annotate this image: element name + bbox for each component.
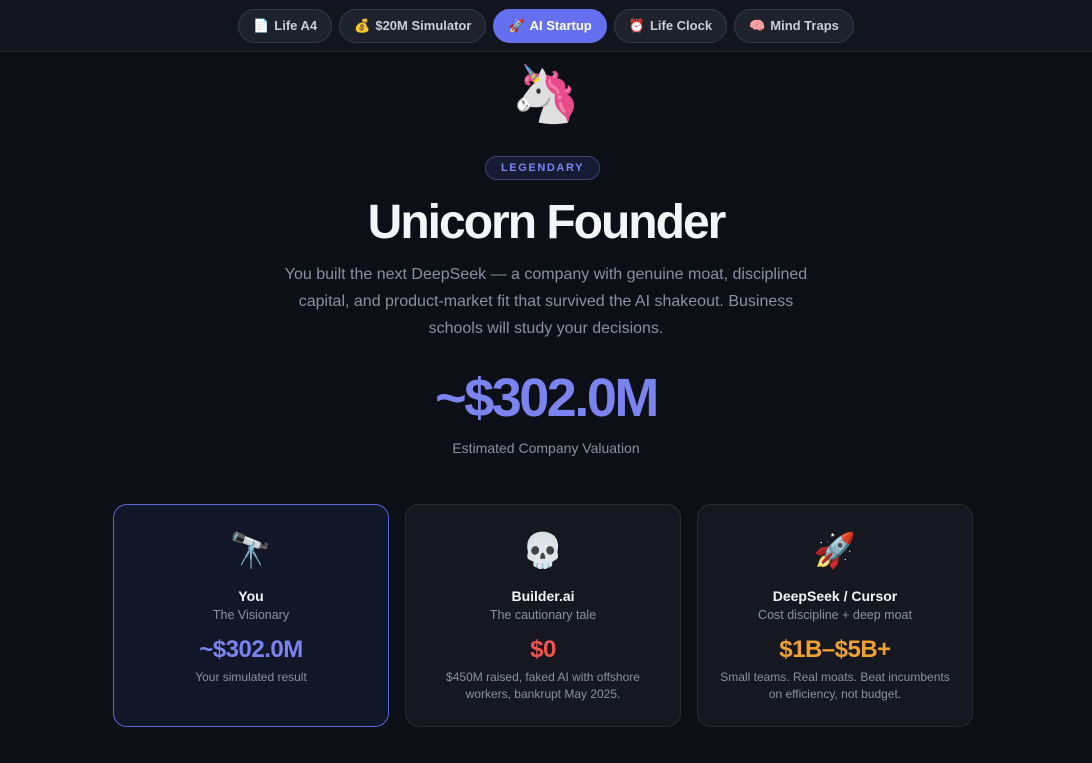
card-name: Builder.ai	[511, 588, 575, 604]
card-subtitle: The Visionary	[212, 608, 290, 622]
alarm-clock-icon: ⏰	[628, 17, 645, 33]
card-note: $450M raised, faked AI with offshore wor…	[446, 670, 640, 701]
top-nav: 📄 Life A4 💰 $20M Simulator 🚀 AI Startup …	[0, 0, 1092, 52]
tab-label: AI Startup	[529, 18, 592, 33]
card-value: $1B–$5B+	[779, 636, 891, 663]
unicorn-icon: 🦄	[511, 62, 581, 125]
comparison-card-deepseek-cursor: 🚀 DeepSeek / Cursor Cost discipline + de…	[697, 504, 973, 727]
result-description: You built the next DeepSeek — a company …	[284, 266, 808, 337]
tab-mind-traps[interactable]: 🧠 Mind Traps	[734, 8, 854, 43]
comparison-card-you: 🔭 You The Visionary ~$302.0M Your simula…	[113, 504, 389, 727]
tab-label: $20M Simulator	[375, 18, 472, 33]
brain-icon: 🧠	[749, 17, 766, 33]
telescope-icon: 🔭	[229, 532, 273, 570]
card-value: $0	[530, 636, 556, 663]
rocket-icon: 🚀	[813, 532, 857, 570]
card-name: DeepSeek / Cursor	[772, 588, 898, 604]
card-name: You	[238, 588, 264, 604]
card-note: Your simulated result	[195, 670, 307, 684]
comparison-cards: 🔭 You The Visionary ~$302.0M Your simula…	[113, 504, 973, 727]
tab-ai-startup[interactable]: 🚀 AI Startup	[493, 8, 607, 43]
tab-life-a4[interactable]: 📄 Life A4	[238, 8, 333, 43]
document-icon: 📄	[253, 17, 270, 33]
valuation-value: ~$302.0M	[435, 368, 659, 428]
card-value: ~$302.0M	[199, 636, 303, 663]
rarity-badge: LEGENDARY	[485, 156, 600, 180]
tab-life-clock[interactable]: ⏰ Life Clock	[613, 8, 728, 43]
tab-label: Mind Traps	[770, 18, 839, 33]
skull-icon: 💀	[521, 532, 565, 570]
tab-label: Life Clock	[649, 18, 713, 33]
tab-label: Life A4	[274, 18, 318, 33]
card-note: Small teams. Real moats. Beat incumbents…	[720, 670, 950, 701]
valuation-label: Estimated Company Valuation	[452, 440, 640, 456]
tab-20m-simulator[interactable]: 💰 $20M Simulator	[339, 8, 487, 43]
card-subtitle: Cost discipline + deep moat	[758, 608, 912, 622]
money-bag-icon: 💰	[354, 17, 371, 33]
rocket-icon: 🚀	[508, 17, 525, 33]
result-title: Unicorn Founder	[367, 196, 727, 249]
comparison-card-builder-ai: 💀 Builder.ai The cautionary tale $0 $450…	[405, 504, 681, 727]
card-subtitle: The cautionary tale	[489, 608, 597, 622]
